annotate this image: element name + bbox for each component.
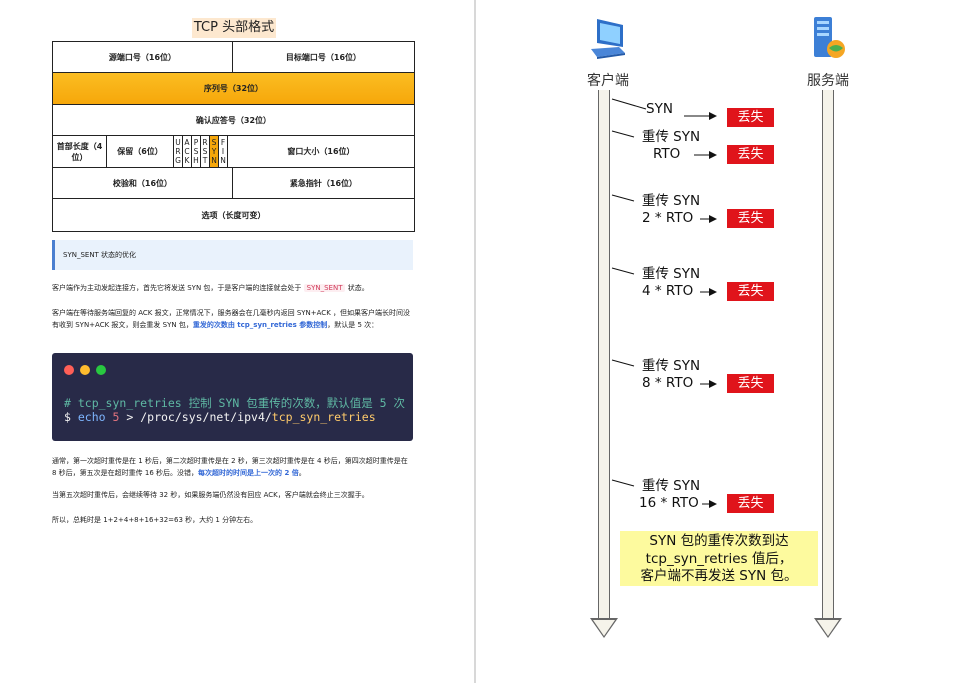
lost-badge-3: 丢失 (727, 209, 774, 228)
message-line-1: 重传 SYN (641, 193, 701, 209)
code-command: $ echo 5 > /proc/sys/net/ipv4/tcp_syn_re… (64, 410, 376, 424)
message-line-1: 重传 SYN (641, 358, 701, 374)
flag-letter: F (220, 138, 226, 147)
message-line-1: 重传 SYN (641, 266, 701, 282)
message-line-1: 重传 SYN (641, 478, 701, 494)
flag-letter: C (184, 147, 190, 156)
tcp-header-diagram: 源端口号（16位） 目标端口号（16位） 序列号（32位） 确认应答号（32位）… (52, 41, 415, 232)
code-comment: # tcp_syn_retries 控制 SYN 包重传的次数，默认值是 5 次 (64, 396, 406, 410)
code-number: 5 (112, 410, 120, 424)
urgent-pointer-field: 紧急指针（16位） (289, 178, 358, 188)
message-line-2: 16 * RTO (639, 495, 699, 511)
lost-badge-4: 丢失 (727, 282, 774, 301)
ack-field: 确认应答号（32位） (195, 115, 272, 125)
paragraph-2: 客户端在等待服务端回复的 ACK 报文，正常情况下，服务器会在几毫秒内返回 SY… (52, 307, 413, 331)
flag-fin: FIN (219, 136, 228, 167)
dst-port-field: 目标端口号（16位） (285, 52, 362, 62)
lost-badge-1: 丢失 (727, 108, 774, 127)
flag-letter: I (221, 147, 225, 156)
paragraph-2-tail: ，默认是 5 次： (327, 321, 379, 329)
paragraph-1: 客户端作为主动发起连接方，首先它将发送 SYN 包，于是客户端的连接就会处于 S… (52, 282, 413, 294)
reserved-field: 保留（6位） (107, 136, 174, 167)
paragraph-1-text: 客户端作为主动发起连接方，首先它将发送 SYN 包，于是客户端的连接就会处于 (52, 284, 302, 292)
code-path: > /proc/sys/net/ipv4/ (126, 410, 272, 424)
header-length-field: 首部长度（4位） (53, 136, 107, 167)
flag-letter: T (202, 156, 208, 165)
flag-letter: S (211, 138, 217, 147)
code-block: # tcp_syn_retries 控制 SYN 包重传的次数，默认值是 5 次… (52, 353, 413, 441)
left-document-page: TCP 头部格式 源端口号（16位） 目标端口号（16位） 序列号（32位） 确… (0, 0, 474, 683)
paragraph-3: 通常，第一次超时重传是在 1 秒后，第二次超时重传是在 2 秒，第三次超时重传是… (52, 455, 413, 479)
message-line-1 (611, 98, 647, 110)
message-line-2: 2 * RTO (642, 210, 694, 226)
message-label-1: SYN (646, 101, 673, 118)
message-line-1: SYN (646, 101, 673, 117)
lost-badge-6: 丢失 (727, 494, 774, 513)
flag-letter: N (211, 156, 217, 165)
note-line-2: tcp_syn_retries 值后， (645, 550, 793, 567)
flag-letter: S (193, 147, 199, 156)
flag-letter: Y (211, 147, 217, 156)
paragraph-3-tail: 。 (298, 469, 306, 477)
message-label-5: 重传 SYN 8 * RTO (626, 358, 716, 392)
flag-letter: K (184, 156, 190, 165)
flag-ack: ACK (183, 136, 192, 167)
section-callout: SYN_SENT 状态的优化 (52, 240, 413, 270)
paragraph-3-highlight: 每次超时的时间是上一次的 2 倍 (198, 469, 299, 477)
lost-badge-2: 丢失 (727, 145, 774, 164)
window-field: 窗口大小（16位） (287, 147, 355, 156)
flag-letter: N (220, 156, 226, 165)
flag-letter: S (202, 147, 208, 156)
message-line-1: 重传 SYN (641, 129, 701, 145)
code-prompt: $ (64, 410, 71, 424)
flag-letter: R (202, 138, 208, 147)
message-label-6: 重传 SYN 16 * RTO (626, 478, 716, 512)
maximize-dot-icon (96, 365, 106, 375)
tcp-header-title: TCP 头部格式 (192, 18, 276, 38)
flag-letter: H (193, 156, 199, 165)
lost-badge-5: 丢失 (727, 374, 774, 393)
flags-field: URGACKPSHRSTSYNFIN (174, 136, 228, 167)
flag-letter: A (184, 138, 190, 147)
code-echo: echo (77, 410, 106, 424)
message-label-3: 重传 SYN 2 * RTO (626, 193, 716, 227)
paragraph-1-tail: 状态。 (347, 284, 369, 292)
message-label-4: 重传 SYN 4 * RTO (626, 266, 716, 300)
note-line-3: 客户端不再发送 SYN 包。 (640, 568, 798, 584)
paragraph-2-highlight: 重发的次数由 tcp_syn_retries 参数控制 (192, 321, 328, 329)
flag-syn: SYN (210, 136, 219, 167)
flag-rst: RST (201, 136, 210, 167)
seq-field: 序列号（32位） (203, 84, 264, 93)
message-label-2: 重传 SYN RTO (626, 129, 716, 163)
close-dot-icon (64, 365, 74, 375)
flag-psh: PSH (192, 136, 201, 167)
minimize-dot-icon (80, 365, 90, 375)
message-line-2: 4 * RTO (642, 283, 694, 299)
flag-letter: G (175, 156, 181, 165)
flag-letter: U (175, 138, 181, 147)
flag-letter: P (193, 138, 199, 147)
right-diagram-page: 客户端 服务端 SYN 丢失 重传 SYN RTO 丢失 重传 SYN 2 * RTO 丢失重… (476, 0, 962, 683)
flag-urg: URG (174, 136, 183, 167)
checksum-field: 校验和（16位） (53, 168, 233, 198)
flag-letter: R (175, 147, 181, 156)
retry-limit-note: SYN 包的重传次数到达 tcp_syn_retries 值后， 客户端不再发送… (620, 531, 818, 586)
message-line-2: RTO (653, 146, 681, 162)
paragraph-4: 当第五次超时重传后，会继续等待 32 秒，如果服务端仍然没有回应 ACK，客户端… (52, 491, 369, 499)
syn-sent-tag: SYN_SENT (303, 284, 346, 292)
options-field: 选项（长度可变） (201, 210, 266, 220)
paragraph-5: 所以，总耗时是 1+2+4+8+16+32=63 秒，大约 1 分钟左右。 (52, 516, 258, 524)
src-port-field: 源端口号（16位） (53, 42, 233, 72)
code-filename: tcp_syn_retries (271, 410, 376, 424)
note-line-1: SYN 包的重传次数到达 (649, 533, 789, 549)
message-line-2: 8 * RTO (642, 375, 694, 391)
